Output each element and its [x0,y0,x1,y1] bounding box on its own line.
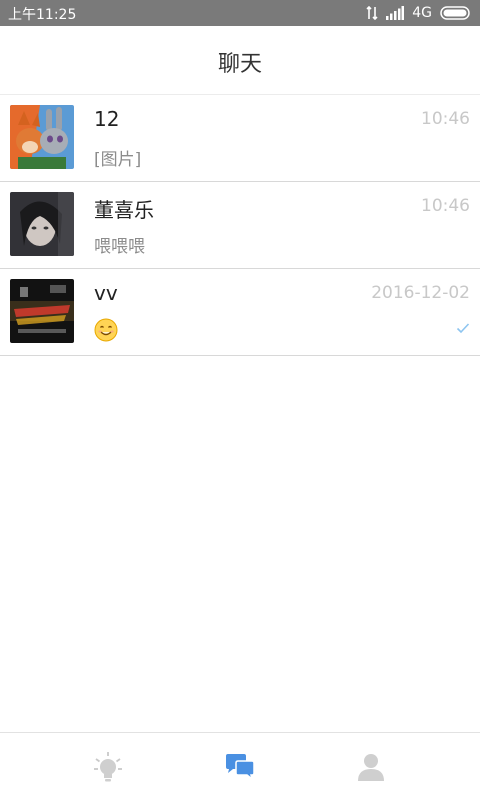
tab-profile[interactable] [355,751,387,783]
message-time: 10:46 [421,109,470,129]
contact-name: 12 [94,107,120,131]
message-time: 10:46 [421,196,470,216]
person-icon [358,754,384,781]
contact-name: vv [94,281,118,305]
avatar-dark-portrait [10,192,74,256]
chat-list: 12 10:46 [图片] 董喜乐 10:46 喂喂喂 vv 2016-12-0… [0,95,480,356]
status-time: 上午11:25 [8,7,77,23]
page-title: 聊天 [217,52,262,77]
smile-emoji-icon [94,318,118,342]
contact-name: 董喜乐 [94,198,154,222]
avatar [10,192,74,256]
check-icon [456,323,470,334]
avatar [10,105,74,169]
header: 聊天 [0,26,480,95]
message-time: 2016-12-02 [371,283,470,303]
lightbulb-icon [94,752,122,782]
message-preview: [图片] [94,150,142,170]
chat-bubbles-icon [226,754,255,781]
tab-discover[interactable] [92,751,124,783]
message-preview: 喂喂喂 [94,237,145,257]
battery-icon [440,6,470,20]
avatar-dark-poster [10,279,74,343]
tab-bar [0,732,480,801]
network-type: 4G [412,5,432,21]
avatar [10,279,74,343]
chat-item[interactable]: 董喜乐 10:46 喂喂喂 [0,182,480,269]
status-bar: 上午11:25 4G [0,0,480,26]
signal-icon [386,6,405,20]
chat-item[interactable]: 12 10:46 [图片] [0,95,480,182]
chat-item[interactable]: vv 2016-12-02 [0,269,480,356]
data-transfer-icon [366,6,378,20]
tab-chat[interactable] [224,751,256,783]
avatar-cartoon-fox-rabbit [10,105,74,169]
status-icons: 4G [366,4,472,22]
